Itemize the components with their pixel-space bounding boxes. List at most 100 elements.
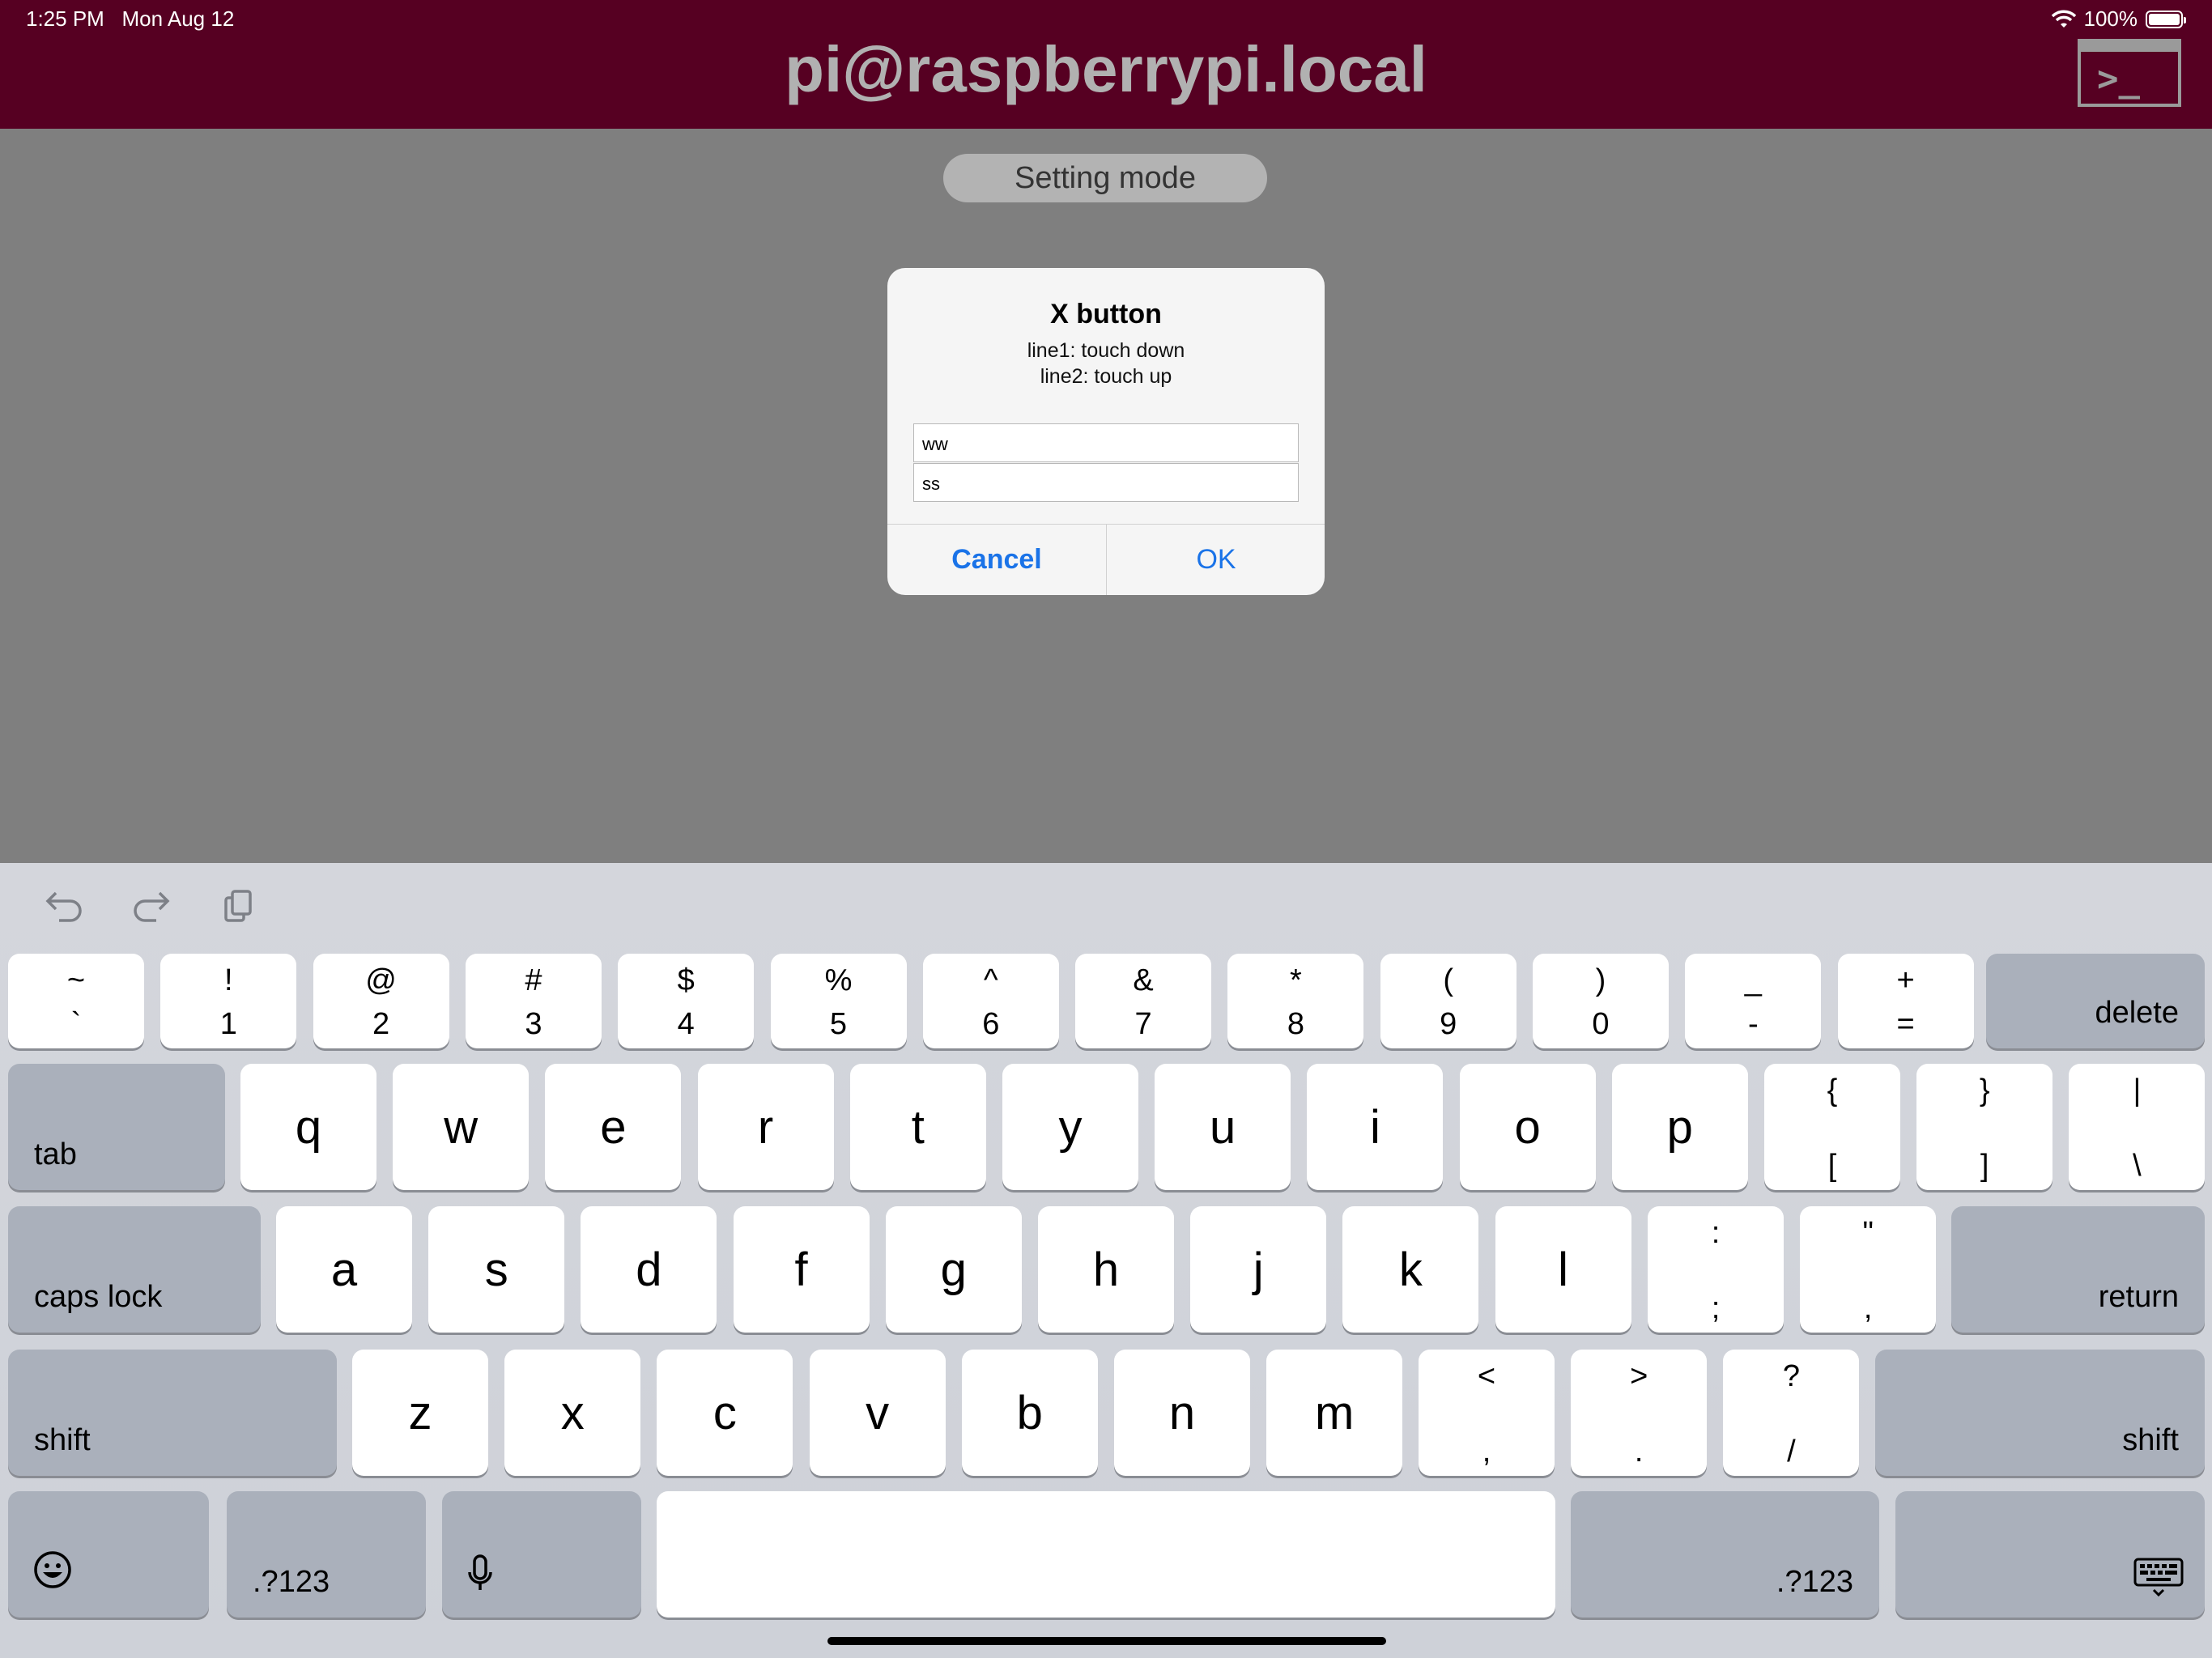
setting-mode-badge[interactable]: Setting mode (943, 154, 1267, 202)
key-primary-symbol: / (1787, 1435, 1796, 1469)
key-letter: s (484, 1243, 508, 1296)
numbers-key-right[interactable]: .?123 (1571, 1491, 1879, 1618)
space-bar[interactable] (657, 1491, 1555, 1618)
key-primary-symbol: - (1747, 1007, 1759, 1041)
key-row1-11[interactable]: _ - (1685, 954, 1822, 1048)
caps-lock-key[interactable]: caps lock (8, 1206, 261, 1333)
key-e[interactable]: e (545, 1064, 682, 1190)
key-p[interactable]: p (1611, 1064, 1748, 1190)
key-primary-symbol: = (1896, 1007, 1915, 1041)
key-row1-3[interactable]: #3 (465, 954, 602, 1048)
key-a[interactable]: a (276, 1206, 412, 1333)
key-h[interactable]: h (1038, 1206, 1174, 1333)
key-letter: k (1398, 1243, 1423, 1296)
key-q[interactable]: q (240, 1064, 376, 1190)
key-s[interactable]: s (428, 1206, 565, 1333)
key-row2-sym-0[interactable]: {[ (1764, 1064, 1900, 1190)
key-letter: i (1369, 1100, 1380, 1154)
numbers-key-left[interactable]: .?123 (227, 1491, 426, 1618)
dictation-key[interactable] (442, 1491, 641, 1618)
key-l[interactable]: l (1495, 1206, 1631, 1333)
key-letter: m (1315, 1386, 1355, 1439)
key-f[interactable]: f (733, 1206, 870, 1333)
right-shift-key[interactable]: shift (1875, 1350, 2205, 1476)
key-z[interactable]: z (352, 1350, 488, 1476)
key-y[interactable]: y (1002, 1064, 1138, 1190)
touch-down-field[interactable]: ww (913, 423, 1299, 462)
key-r[interactable]: r (697, 1064, 834, 1190)
key-row1-7[interactable]: & 7 (1075, 954, 1212, 1048)
key-m[interactable]: m (1266, 1350, 1403, 1476)
key-row1-12[interactable]: + = (1837, 954, 1974, 1048)
key-w[interactable]: w (393, 1064, 530, 1190)
cancel-button[interactable]: Cancel (887, 524, 1106, 595)
key-primary-symbol: 1 (219, 1007, 237, 1041)
key-row1-10[interactable]: ) 0 (1533, 954, 1669, 1048)
key-shift-symbol: ( (1443, 963, 1454, 997)
key-v[interactable]: v (809, 1350, 946, 1476)
left-shift-key[interactable]: shift (8, 1350, 337, 1476)
key-primary-symbol: 8 (1287, 1007, 1304, 1041)
key-j[interactable]: j (1190, 1206, 1327, 1333)
key-letter: u (1210, 1100, 1236, 1154)
key-x[interactable]: x (504, 1350, 641, 1476)
key-letter: l (1558, 1243, 1569, 1296)
key-c[interactable]: c (657, 1350, 793, 1476)
key-primary-symbol: 2 (372, 1007, 390, 1041)
key-primary-symbol: ` (70, 1007, 82, 1041)
key-row3-sym-0[interactable]: :; (1648, 1206, 1784, 1333)
terminal-icon[interactable]: >_ (2078, 39, 2181, 107)
key-g[interactable]: g (885, 1206, 1022, 1333)
key-letter: q (295, 1100, 322, 1154)
key-row2-sym-1[interactable]: }] (1916, 1064, 2053, 1190)
dialog-message-line1: line1: touch down (1027, 339, 1185, 362)
key-primary-symbol: 3 (525, 1007, 542, 1041)
delete-key[interactable]: delete (1986, 954, 2205, 1048)
key-row1-9[interactable]: (9 (1380, 954, 1516, 1048)
key-n[interactable]: n (1114, 1350, 1250, 1476)
status-bar-right: 100% (2051, 6, 2186, 32)
key-primary-symbol: 7 (1134, 1007, 1152, 1041)
key-row1-4[interactable]: $4 (618, 954, 755, 1048)
key-letter: a (330, 1243, 358, 1296)
key-row1-6[interactable]: ^ 6 (922, 954, 1059, 1048)
key-u[interactable]: u (1155, 1064, 1291, 1190)
key-row4-sym-0[interactable]: <, (1419, 1350, 1555, 1476)
terminal-prompt: >_ (2097, 58, 2140, 100)
key-i[interactable]: i (1307, 1064, 1444, 1190)
key-shift-symbol: ) (1595, 963, 1606, 997)
touch-up-field[interactable]: ss (913, 463, 1299, 502)
return-key[interactable]: return (1951, 1206, 2205, 1333)
key-row1-2[interactable]: @2 (313, 954, 449, 1048)
key-primary-symbol: , (1482, 1435, 1491, 1469)
shift-label: shift (2122, 1423, 2179, 1457)
key-shift-symbol: " (1862, 1216, 1874, 1250)
key-o[interactable]: o (1459, 1064, 1596, 1190)
key-row1-1[interactable]: ! 1 (160, 954, 297, 1048)
home-indicator[interactable] (827, 1637, 1386, 1645)
key-d[interactable]: d (581, 1206, 717, 1333)
key-k[interactable]: k (1342, 1206, 1479, 1333)
dismiss-keyboard-key[interactable] (1895, 1491, 2205, 1618)
paste-icon[interactable] (217, 884, 261, 928)
key-row2-sym-2[interactable]: | \ (2069, 1064, 2206, 1190)
key-row4-sym-1[interactable]: >. (1571, 1350, 1708, 1476)
key-shift-symbol: _ (1744, 963, 1762, 997)
undo-icon[interactable] (42, 884, 86, 928)
key-primary-symbol: . (1634, 1435, 1644, 1469)
key-row1-0[interactable]: ~ ` (8, 954, 144, 1048)
key-b[interactable]: b (961, 1350, 1098, 1476)
keyboard-dismiss-icon (2133, 1558, 2184, 1606)
key-t[interactable]: t (849, 1064, 986, 1190)
redo-icon[interactable] (130, 884, 173, 928)
key-row4-sym-2[interactable]: ? / (1723, 1350, 1860, 1476)
key-letter: y (1058, 1100, 1083, 1154)
key-row3-sym-1[interactable]: ", (1800, 1206, 1937, 1333)
key-row1-5[interactable]: % 5 (770, 954, 907, 1048)
key-shift-symbol: ~ (66, 963, 86, 997)
tab-key[interactable]: tab (8, 1064, 225, 1190)
ok-button[interactable]: OK (1107, 524, 1325, 595)
key-row1-8[interactable]: * 8 (1227, 954, 1364, 1048)
key-primary-symbol: , (1863, 1291, 1873, 1325)
emoji-key[interactable] (8, 1491, 209, 1618)
